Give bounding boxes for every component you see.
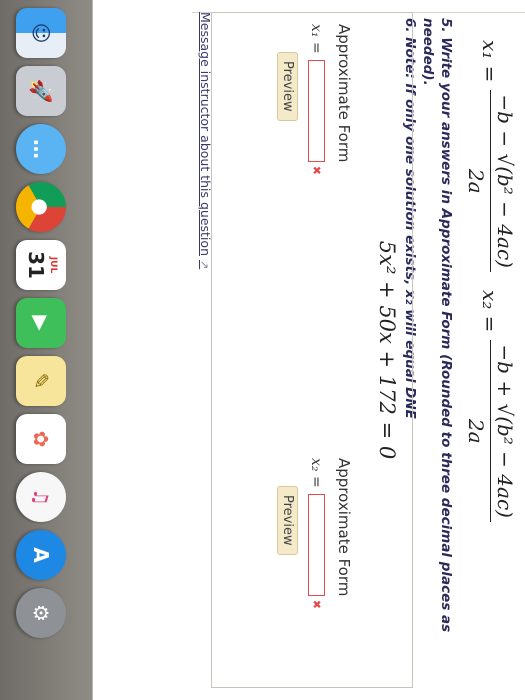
message-instructor-link[interactable]: Message instructor about this question ↗	[198, 12, 213, 269]
message-instructor-text: Message instructor about this question	[198, 12, 213, 256]
facetime-icon[interactable]: ▶	[16, 298, 66, 348]
x1-formula-label: x₁ =	[478, 40, 503, 83]
launchpad-icon[interactable]: 🚀	[16, 66, 66, 116]
notes-icon[interactable]: ✎	[16, 356, 66, 406]
external-link-icon: ↗	[198, 260, 211, 270]
instruction-step5: 5. Write your answers in Approximate For…	[420, 18, 454, 633]
x1-answer-input[interactable]	[308, 59, 325, 162]
messages-icon[interactable]: …	[16, 124, 66, 174]
equation: 5x² + 50x + 172 = 0	[375, 240, 399, 460]
x1-denominator: 2a	[464, 168, 488, 194]
x1-formula: x₁ = −b − √(b² − 4ac) 2a	[464, 40, 517, 272]
x1-answer-title: Approximate Form	[335, 24, 353, 163]
calendar-icon[interactable]: JUL 31	[16, 240, 66, 290]
x2-denominator: 2a	[464, 418, 488, 444]
x1-answer-label: x₁ =	[308, 24, 325, 54]
x2-numerator: −b + √(b² − 4ac)	[490, 340, 517, 522]
chrome-icon[interactable]: ●	[16, 182, 66, 232]
photos-icon[interactable]: ✿	[16, 414, 66, 464]
x2-answer-row: x₂ = ✖	[308, 458, 325, 648]
x1-preview-button[interactable]: Preview	[277, 52, 298, 121]
system-preferences-icon[interactable]: ⚙	[16, 588, 66, 638]
x2-answer-label: x₂ =	[308, 458, 325, 488]
screen: x₁ = −b − √(b² − 4ac) 2a x₂ = −b + √(b² …	[0, 0, 525, 700]
finder-icon[interactable]: ☺	[16, 8, 66, 58]
x1-fraction: −b − √(b² − 4ac) 2a	[464, 90, 517, 272]
x2-preview-button[interactable]: Preview	[277, 486, 298, 555]
x2-answer-input[interactable]	[308, 493, 325, 596]
x2-formula-label: x₂ =	[478, 290, 503, 333]
dock: ☺ 🚀 … ● JUL 31 ▶ ✎ ✿ ♫ A ⚙	[0, 0, 93, 700]
calendar-month: JUL	[48, 256, 58, 274]
x2-formula: x₂ = −b + √(b² − 4ac) 2a	[464, 290, 517, 522]
x1-invalid-icon: ✖	[310, 165, 323, 175]
app-store-icon[interactable]: A	[16, 530, 66, 580]
x2-fraction: −b + √(b² − 4ac) 2a	[464, 340, 517, 522]
x1-answer-panel: Approximate Form x₁ = ✖ Preview	[277, 24, 353, 214]
x2-answer-panel: Approximate Form x₂ = ✖ Preview	[277, 458, 353, 648]
question-content: x₁ = −b − √(b² − 4ac) 2a x₂ = −b + √(b² …	[92, 0, 525, 700]
x2-answer-title: Approximate Form	[335, 458, 353, 597]
x1-answer-row: x₁ = ✖	[308, 24, 325, 214]
itunes-icon[interactable]: ♫	[16, 472, 66, 522]
x1-numerator: −b − √(b² − 4ac)	[490, 90, 517, 272]
x2-invalid-icon: ✖	[310, 599, 323, 609]
calendar-day: 31	[24, 251, 48, 279]
